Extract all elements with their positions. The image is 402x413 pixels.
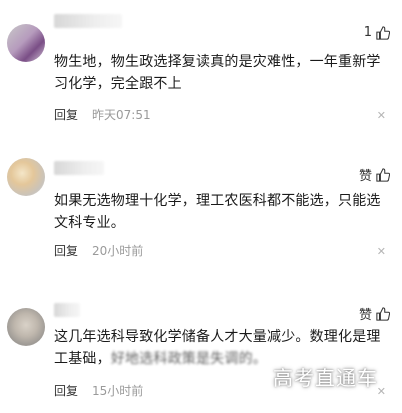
comment-text: 物生地，物生政选择复读真的是灾难性，一年重新学习化学，完全跟不上: [54, 54, 381, 92]
close-icon[interactable]: ✕: [377, 245, 386, 258]
comment-item: 赞 这几年选科导致化学储备人才大量减少。数理化是理工基础，好地选科政策是失调的。…: [0, 280, 402, 413]
username-blurred[interactable]: [54, 303, 80, 317]
like-area[interactable]: 1: [364, 25, 390, 40]
comment-text-tail: 好地选科政策是失调的。: [110, 351, 268, 367]
comment-time: 15小时前: [92, 384, 144, 398]
comment-meta: 回复 20小时前: [54, 243, 143, 259]
avatar[interactable]: [7, 24, 45, 62]
like-label: 赞: [358, 169, 372, 184]
comment-item: 赞 如果无选物理十化学，理工农医科都不能选，只能选文科专业。 回复 20小时前 ✕: [0, 130, 402, 280]
close-icon[interactable]: ✕: [377, 109, 386, 122]
comment-time: 昨天07:51: [92, 108, 151, 122]
close-icon[interactable]: ✕: [377, 385, 386, 398]
username-blurred[interactable]: [54, 14, 122, 28]
like-label: 赞: [358, 308, 372, 323]
thumbs-up-icon[interactable]: [376, 167, 390, 182]
comment-item: 1 物生地，物生政选择复读真的是灾难性，一年重新学习化学，完全跟不上 回复 昨天0…: [0, 0, 402, 130]
avatar[interactable]: [7, 308, 45, 346]
like-area[interactable]: 赞: [359, 304, 390, 323]
watermark: 高考直通车: [273, 366, 378, 390]
username-blurred[interactable]: [54, 161, 104, 175]
comment-meta: 回复 昨天07:51: [54, 107, 151, 123]
comment-meta: 回复 15小时前: [54, 383, 143, 399]
like-area[interactable]: 赞: [359, 165, 390, 184]
thumbs-up-icon[interactable]: [376, 306, 390, 321]
reply-button[interactable]: 回复: [54, 244, 78, 258]
reply-button[interactable]: 回复: [54, 108, 78, 122]
reply-button[interactable]: 回复: [54, 384, 78, 398]
like-count: 1: [363, 25, 372, 40]
thumbs-up-icon[interactable]: [376, 25, 390, 40]
comment-text: 如果无选物理十化学，理工农医科都不能选，只能选文科专业。: [54, 193, 381, 231]
comment-time: 20小时前: [92, 244, 144, 258]
avatar[interactable]: [7, 158, 45, 196]
